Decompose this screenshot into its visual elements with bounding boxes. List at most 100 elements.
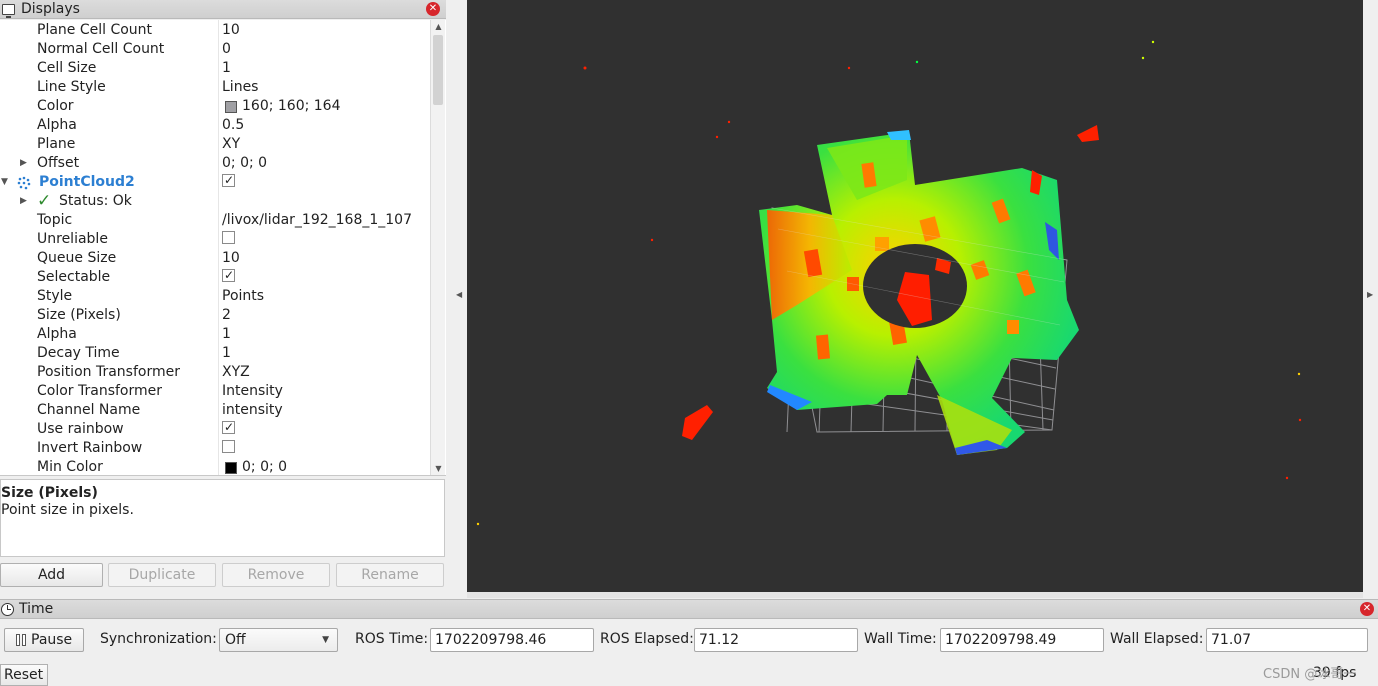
pause-label: Pause xyxy=(31,632,73,648)
scroll-up-icon[interactable]: ▲ xyxy=(431,20,446,34)
property-value[interactable]: 1 xyxy=(222,344,231,363)
property-value[interactable]: 2 xyxy=(222,306,231,325)
tree-row-invert-rainbow[interactable]: Invert Rainbow xyxy=(0,439,430,458)
duplicate-button[interactable]: Duplicate xyxy=(108,563,216,587)
status-row: Reset 39 fps CSDN @冰哥一 xyxy=(0,662,1378,686)
expand-arrow-icon[interactable]: ▶ xyxy=(20,154,27,173)
use-rainbow-checkbox[interactable] xyxy=(222,418,235,437)
tree-row-topic[interactable]: Topic /livox/lidar_192_168_1_107 xyxy=(0,211,430,230)
point-cloud-render xyxy=(476,40,1302,526)
tree-row-min-color[interactable]: Min Color 0; 0; 0 xyxy=(0,458,430,475)
checkmark-icon: ✓ xyxy=(37,191,52,211)
horizontal-splitter[interactable] xyxy=(467,592,1363,598)
property-label: Color Transformer xyxy=(37,383,163,399)
reset-button[interactable]: Reset xyxy=(0,664,48,686)
add-button[interactable]: Add xyxy=(0,563,103,587)
color-swatch xyxy=(225,461,237,474)
property-value[interactable]: 0.5 xyxy=(222,116,244,135)
left-splitter[interactable]: ◀ xyxy=(446,0,467,598)
tree-row-color[interactable]: Color 160; 160; 164 xyxy=(0,97,430,116)
tree-row-selectable[interactable]: Selectable xyxy=(0,266,430,287)
property-label: Unreliable xyxy=(37,231,108,247)
remove-button[interactable]: Remove xyxy=(222,563,330,587)
tree-row-status[interactable]: ▶ ✓ Status: Ok xyxy=(0,192,430,211)
property-value[interactable]: XYZ xyxy=(222,363,250,382)
scroll-thumb[interactable] xyxy=(433,35,443,105)
tree-row-color-transformer[interactable]: Color Transformer Intensity xyxy=(0,382,430,401)
property-label: Color xyxy=(37,98,74,114)
property-value[interactable]: Intensity xyxy=(222,382,283,401)
right-splitter[interactable]: ▶ xyxy=(1363,0,1378,598)
tree-row-decay-time[interactable]: Decay Time 1 xyxy=(0,344,430,363)
render-view-3d[interactable] xyxy=(467,0,1363,592)
properties-tree[interactable]: Plane Cell Count 10 Normal Cell Count 0 … xyxy=(0,20,446,476)
property-value[interactable]: XY xyxy=(222,135,240,154)
tree-row-plane-cell-count[interactable]: Plane Cell Count 10 xyxy=(0,21,430,40)
property-label: Use rainbow xyxy=(37,421,124,437)
property-value[interactable]: Lines xyxy=(222,78,258,97)
color-swatch xyxy=(225,100,237,113)
property-label: Style xyxy=(37,288,73,304)
property-value[interactable]: 0 xyxy=(222,40,231,59)
property-value[interactable]: /livox/lidar_192_168_1_107 xyxy=(222,211,412,230)
tree-row-line-style[interactable]: Line Style Lines xyxy=(0,78,430,97)
pause-button[interactable]: Pause xyxy=(4,628,84,652)
property-label: Decay Time xyxy=(37,345,120,361)
tree-row-normal-cell-count[interactable]: Normal Cell Count 0 xyxy=(0,40,430,59)
property-value[interactable] xyxy=(222,171,235,190)
tree-scrollbar[interactable]: ▲ ▼ xyxy=(430,20,446,475)
tree-row-channel-name[interactable]: Channel Name intensity xyxy=(0,401,430,420)
property-value[interactable]: 1 xyxy=(222,325,231,344)
tree-row-style[interactable]: Style Points xyxy=(0,287,430,306)
ros-elapsed-field[interactable]: 71.12 xyxy=(694,628,858,652)
property-value[interactable] xyxy=(222,266,235,285)
enabled-checkbox[interactable] xyxy=(222,171,235,190)
tree-row-queue-size[interactable]: Queue Size 10 xyxy=(0,249,430,268)
property-value[interactable] xyxy=(222,439,235,453)
collapse-arrow-icon[interactable]: ▼ xyxy=(1,173,8,192)
tree-row-offset[interactable]: ▶ Offset 0; 0; 0 xyxy=(0,154,430,173)
selectable-checkbox[interactable] xyxy=(222,266,235,285)
tree-row-alpha[interactable]: Alpha 0.5 xyxy=(0,116,430,135)
property-label: Line Style xyxy=(37,79,106,95)
synchronization-select[interactable]: Off ▼ xyxy=(219,628,338,652)
close-icon[interactable]: ✕ xyxy=(426,2,440,16)
collapse-right-icon[interactable]: ▶ xyxy=(1367,290,1373,299)
tree-row-cell-size[interactable]: Cell Size 1 xyxy=(0,59,430,78)
tree-row-position-transformer[interactable]: Position Transformer XYZ xyxy=(0,363,430,382)
property-value[interactable] xyxy=(222,230,235,244)
property-value[interactable]: 10 xyxy=(222,21,240,40)
display-buttons: Add Duplicate Remove Rename xyxy=(0,563,446,587)
tree-row-pointcloud2[interactable]: ▼ PointCloud2 xyxy=(0,171,430,192)
invert-rainbow-checkbox[interactable] xyxy=(222,440,235,453)
ros-time-field[interactable]: 1702209798.46 xyxy=(430,628,594,652)
tree-row-unreliable[interactable]: Unreliable xyxy=(0,230,430,249)
monitor-icon xyxy=(2,3,15,18)
displays-title: Displays xyxy=(21,1,80,17)
property-value[interactable]: 160; 160; 164 xyxy=(222,97,341,116)
tree-row-use-rainbow[interactable]: Use rainbow xyxy=(0,418,430,439)
ros-elapsed-label: ROS Elapsed: xyxy=(600,631,694,647)
time-controls: Pause Synchronization: Off ▼ ROS Time: 1… xyxy=(0,626,1378,654)
pause-icon-bar xyxy=(22,634,26,646)
close-icon[interactable]: ✕ xyxy=(1360,602,1374,616)
property-value[interactable]: Points xyxy=(222,287,264,306)
scroll-down-icon[interactable]: ▼ xyxy=(431,462,446,475)
tree-row-plane[interactable]: Plane XY xyxy=(0,135,430,154)
expand-arrow-icon[interactable]: ▶ xyxy=(20,192,27,211)
tree-row-size-pixels[interactable]: Size (Pixels) 2 xyxy=(0,306,430,325)
wall-time-field[interactable]: 1702209798.49 xyxy=(940,628,1104,652)
unreliable-checkbox[interactable] xyxy=(222,231,235,244)
property-label: Topic xyxy=(37,212,73,228)
collapse-left-icon[interactable]: ◀ xyxy=(456,290,462,299)
tree-row-alpha-2[interactable]: Alpha 1 xyxy=(0,325,430,344)
property-description: Size (Pixels) Point size in pixels. xyxy=(0,479,445,557)
wall-elapsed-field[interactable]: 71.07 xyxy=(1206,628,1368,652)
ros-time-label: ROS Time: xyxy=(355,631,429,647)
property-value[interactable] xyxy=(222,418,235,437)
chevron-down-icon: ▼ xyxy=(322,635,329,645)
property-value[interactable]: 1 xyxy=(222,59,231,78)
rename-button[interactable]: Rename xyxy=(336,563,444,587)
property-label: Plane xyxy=(37,136,76,152)
property-value[interactable]: 0; 0; 0 xyxy=(222,458,287,475)
